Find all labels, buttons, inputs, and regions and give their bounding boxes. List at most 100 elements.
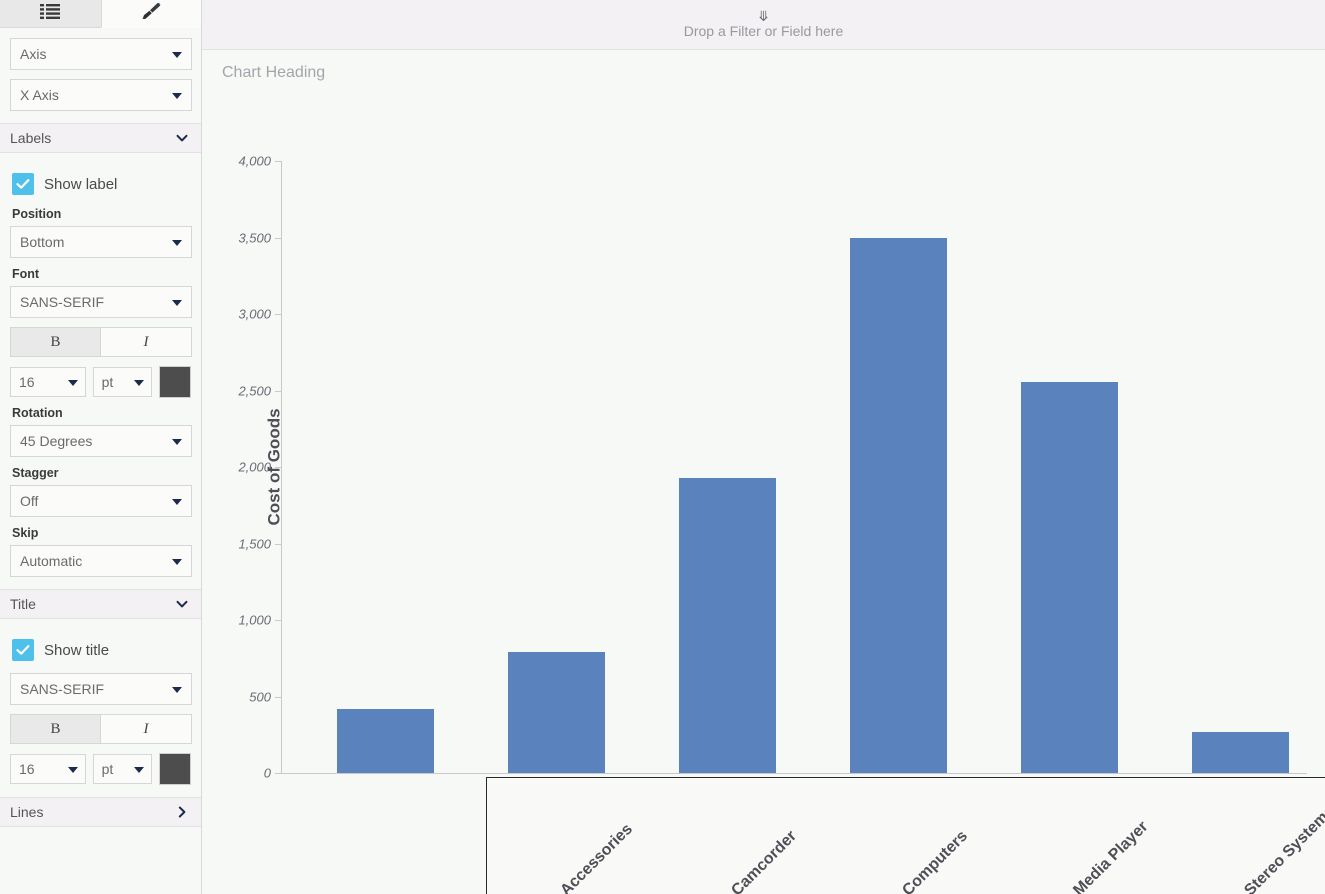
y-axis-tick-label: 500 <box>249 689 271 704</box>
font-unit-select[interactable]: pt <box>92 367 153 397</box>
y-axis-tick-label: 0 <box>263 765 271 781</box>
sidebar-tabbar <box>0 0 201 28</box>
filter-dropzone[interactable]: ⤋ Drop a Filter or Field here <box>202 0 1325 50</box>
y-axis-tick-label: 2,500 <box>238 383 271 398</box>
position-select[interactable]: Bottom <box>10 226 192 258</box>
chevron-down-icon <box>134 380 145 386</box>
y-axis-tick-label: 1,500 <box>238 536 271 551</box>
format-sidebar: Axis X Axis Labels Show label Position B… <box>0 0 202 894</box>
label-color-swatch[interactable] <box>159 366 191 398</box>
section-header-lines[interactable]: Lines <box>0 797 201 827</box>
y-axis-tick <box>275 696 281 698</box>
sidebar-item-list-tab[interactable] <box>0 0 101 28</box>
chevron-down-icon <box>172 52 182 58</box>
scope-select-wrap: Axis <box>10 38 192 70</box>
chevron-down-icon <box>172 439 182 445</box>
title-style-buttons: B I <box>10 714 192 744</box>
sidebar-item-format-tab[interactable] <box>100 0 201 28</box>
title-font-unit-select[interactable]: pt <box>92 754 153 784</box>
title-font-select[interactable]: SANS-SERIF <box>10 673 192 705</box>
section-title-lines: Lines <box>10 804 44 820</box>
chevron-down-icon <box>172 499 182 505</box>
chevron-down-icon <box>175 597 189 611</box>
title-font-unit-value: pt <box>101 761 114 777</box>
paintbrush-icon <box>140 2 162 25</box>
x-axis-label: Accessories <box>557 820 636 894</box>
y-axis-tick <box>275 773 281 774</box>
font-select[interactable]: SANS-SERIF <box>10 286 192 318</box>
show-title-checkbox[interactable] <box>12 639 34 661</box>
chevron-down-icon <box>172 240 182 246</box>
scope-select[interactable]: Axis <box>10 38 192 70</box>
bar[interactable] <box>1021 382 1118 773</box>
y-axis-tick-label: 1,000 <box>238 612 271 628</box>
rotation-select[interactable]: 45 Degrees <box>10 425 192 457</box>
axis-select-value: X Axis <box>20 87 59 103</box>
y-axis-tick <box>275 467 281 468</box>
title-font-size-value: 16 <box>19 761 35 777</box>
show-title-text: Show title <box>44 641 110 659</box>
axis-select[interactable]: X Axis <box>10 79 192 111</box>
bar[interactable] <box>508 652 605 773</box>
stagger-select[interactable]: Off <box>10 485 192 517</box>
chevron-right-icon <box>175 805 189 819</box>
scope-select-value: Axis <box>20 46 47 62</box>
rotation-select-wrap: 45 Degrees <box>10 425 192 457</box>
title-font-select-wrap: SANS-SERIF <box>10 673 192 705</box>
chevron-down-icon <box>175 131 189 145</box>
rotation-select-value: 45 Degrees <box>20 433 93 449</box>
section-title-labels: Labels <box>10 130 52 146</box>
y-axis-tick <box>275 620 281 621</box>
skip-select[interactable]: Automatic <box>10 545 192 577</box>
section-header-labels[interactable]: Labels <box>0 123 201 153</box>
chevron-down-icon <box>134 767 145 773</box>
chevron-down-icon <box>172 93 182 99</box>
title-bold-button[interactable]: B <box>10 714 101 744</box>
main-canvas: ⤋ Drop a Filter or Field here Chart Head… <box>202 0 1325 894</box>
font-size-value: 16 <box>19 374 35 390</box>
skip-label: Skip <box>12 526 39 540</box>
y-axis-tick <box>275 237 281 239</box>
stagger-select-wrap: Off <box>10 485 192 517</box>
app-root: Axis X Axis Labels Show label Position B… <box>0 0 1325 894</box>
bold-button[interactable]: B <box>10 327 101 357</box>
stagger-select-value: Off <box>20 493 39 509</box>
skip-select-wrap: Automatic <box>10 545 192 577</box>
sidebar-panel-body: Axis X Axis Labels Show label Position B… <box>0 28 201 827</box>
y-axis-tick <box>275 161 281 162</box>
axis-select-wrap: X Axis <box>10 79 192 111</box>
bar[interactable] <box>679 477 776 773</box>
font-unit-value: pt <box>101 374 114 390</box>
stagger-label: Stagger <box>12 466 59 480</box>
font-size-select[interactable]: 16 <box>10 367 86 397</box>
bar[interactable] <box>850 237 947 773</box>
skip-select-value: Automatic <box>20 553 83 569</box>
labels-group: Show label Position Bottom Font SANS-SER… <box>0 153 201 589</box>
title-color-swatch[interactable] <box>159 753 191 785</box>
y-axis-tick <box>275 543 281 545</box>
labels-size-row: 16 pt <box>10 366 191 398</box>
x-axis-label-box: Accessories Camcorder Computers Media Playe… <box>486 777 1325 894</box>
y-axis-tick <box>275 314 281 315</box>
chart-heading: Chart Heading <box>222 64 326 81</box>
show-label-checkbox[interactable] <box>12 173 34 195</box>
chart-container: Chart Heading 0 500 1,000 1,500 2,000 2,500 3,… <box>202 50 1325 894</box>
title-italic-button[interactable]: I <box>101 714 192 744</box>
position-select-wrap: Bottom <box>10 226 192 258</box>
y-axis-tick <box>275 390 281 392</box>
bar[interactable] <box>1192 732 1289 773</box>
italic-button[interactable]: I <box>101 327 192 357</box>
title-font-value: SANS-SERIF <box>20 681 105 697</box>
show-title-row: Show title <box>12 639 191 661</box>
position-label: Position <box>12 207 62 221</box>
section-header-title[interactable]: Title <box>0 589 201 619</box>
scope-group: Axis X Axis <box>0 28 201 123</box>
y-axis-tick-label: 3,500 <box>238 230 271 245</box>
chevron-down-icon <box>67 767 78 773</box>
bar[interactable] <box>337 708 434 773</box>
title-font-size-select[interactable]: 16 <box>10 754 86 784</box>
drop-arrow-icon: ⤋ <box>757 8 770 24</box>
dropzone-text: Drop a Filter or Field here <box>683 23 844 39</box>
x-axis-label: Stereo Systems <box>1241 802 1325 894</box>
chevron-down-icon <box>67 380 78 386</box>
